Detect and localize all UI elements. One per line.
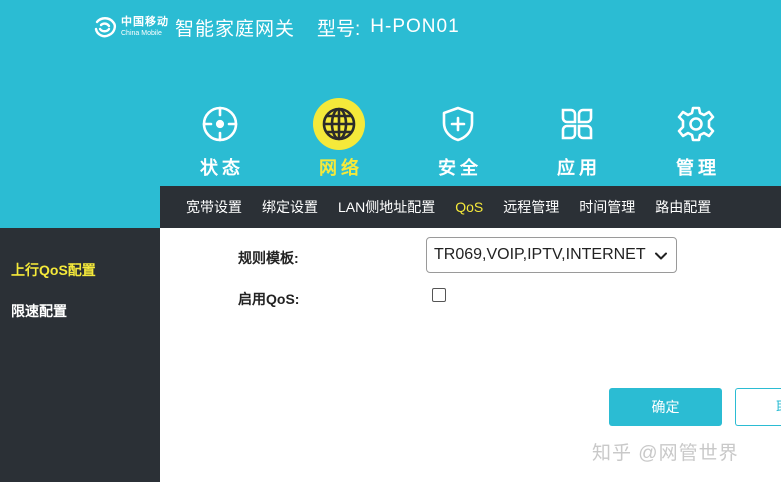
nav-item-status[interactable]: 状态 [180,98,260,180]
sidebar: 上行QoS配置 限速配置 [0,228,160,482]
nav-label-network: 网络 [319,158,363,178]
subnav-remote-management[interactable]: 远程管理 [503,197,559,217]
globe-icon [313,98,365,150]
brand-bar: 中国移动 China Mobile 智能家庭网关 型号: H-PON01 [92,12,460,42]
nav-item-network[interactable]: 网络 [299,98,379,180]
nav-label-apps: 应用 [557,158,601,178]
subnav-lan-address-config[interactable]: LAN侧地址配置 [338,197,435,217]
rule-template-select[interactable]: TR069,VOIP,IPTV,INTERNET [426,237,677,273]
china-mobile-logo: 中国移动 China Mobile [92,14,169,40]
subnav-binding-settings[interactable]: 绑定设置 [262,197,318,217]
apps-grid-icon [551,98,603,150]
gear-icon [670,98,722,150]
model-value: H-PON01 [370,16,460,37]
shield-plus-icon [432,98,484,150]
nav-label-status: 状态 [200,158,244,178]
nav-item-manage[interactable]: 管理 [656,98,736,180]
confirm-button[interactable]: 确定 [609,388,722,426]
status-target-icon [194,98,246,150]
nav-label-security: 安全 [438,158,482,178]
subnav-time-management[interactable]: 时间管理 [579,197,635,217]
logo-en-text: China Mobile [121,30,162,37]
zhihu-watermark: 知乎 @网管世界 [592,443,739,464]
subnav-qos[interactable]: QoS [455,199,483,215]
nav-label-manage: 管理 [676,158,720,178]
china-mobile-logo-icon [94,17,117,38]
cancel-button[interactable]: 取 [735,388,781,426]
sidebar-item-rate-limit[interactable]: 限速配置 [11,301,67,321]
subnav-broadband-settings[interactable]: 宽带设置 [186,197,242,217]
rule-template-label: 规则模板: [238,250,299,266]
rule-template-value: TR069,VOIP,IPTV,INTERNET [434,246,646,263]
model-label: 型号: [317,18,361,40]
nav-item-security[interactable]: 安全 [418,98,498,180]
subnav-route-config[interactable]: 路由配置 [655,197,711,217]
sub-navigation-bar: 宽带设置 绑定设置 LAN侧地址配置 QoS 远程管理 时间管理 路由配置 [160,186,781,228]
chevron-down-icon [655,252,667,260]
enable-qos-label: 启用QoS: [238,291,300,307]
enable-qos-checkbox[interactable] [432,288,446,302]
product-name: 智能家庭网关 [175,18,296,40]
logo-cn-text: 中国移动 [121,16,169,28]
nav-item-apps[interactable]: 应用 [537,98,617,180]
sidebar-item-upstream-qos[interactable]: 上行QoS配置 [11,260,96,280]
